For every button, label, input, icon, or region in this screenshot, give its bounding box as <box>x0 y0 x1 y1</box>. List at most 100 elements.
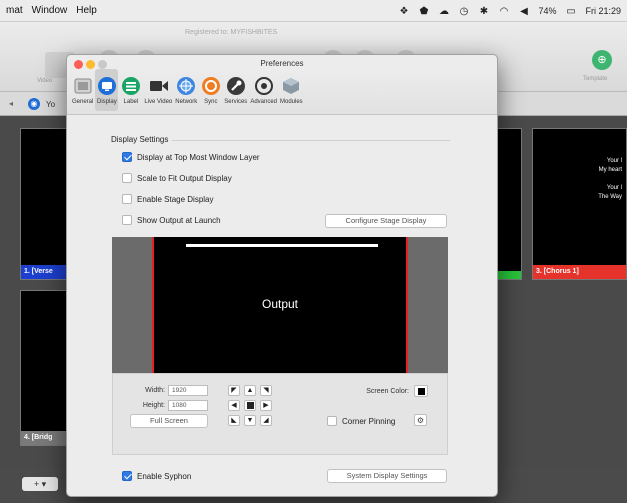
output-bar <box>186 244 378 247</box>
output-screen[interactable]: Output <box>152 237 408 373</box>
status-tray: ❖ ⬟ ☁ ◷ ✱ ◠ ◀ 74% ▭ Fri 21:29 <box>398 0 621 22</box>
nudge-up-icon[interactable]: ▲ <box>244 385 256 396</box>
option-label: Show Output at Launch <box>137 215 221 225</box>
lyric-line: The Way <box>598 194 622 200</box>
option-enable-syphon[interactable]: Enable Syphon <box>122 471 191 481</box>
menu-window[interactable]: Window <box>32 5 68 16</box>
option-label: Enable Syphon <box>137 471 192 481</box>
tab-label: Display <box>97 99 117 105</box>
checkbox[interactable] <box>122 471 132 481</box>
system-display-settings-button[interactable]: System Display Settings <box>327 469 447 483</box>
add-button[interactable]: + ▾ <box>22 477 58 491</box>
preferences-window: Preferences General Display Label Live V… <box>66 54 498 497</box>
preferences-tabs: General Display Label Live Video Network <box>67 69 497 115</box>
option-enable-stage-display[interactable]: Enable Stage Display <box>122 194 214 204</box>
library-icon: ◉ <box>28 98 40 110</box>
nudge-right-icon[interactable]: ▶ <box>260 400 272 411</box>
height-field[interactable]: 1080 <box>168 400 208 411</box>
bluetooth-icon[interactable]: ✱ <box>478 6 489 17</box>
template-icon[interactable]: ⊕ <box>592 50 612 70</box>
checkbox[interactable] <box>122 215 132 225</box>
volume-icon[interactable]: ◀ <box>518 6 529 17</box>
time-machine-icon[interactable]: ◷ <box>458 6 469 17</box>
full-screen-button[interactable]: Full Screen <box>130 414 208 428</box>
label-icon <box>120 75 141 96</box>
location-icon[interactable]: ⬟ <box>418 6 429 17</box>
nudge-down-right-icon[interactable]: ◢ <box>260 415 272 426</box>
menu-format[interactable]: mat <box>6 5 23 16</box>
cloud-icon[interactable]: ☁ <box>438 6 449 17</box>
disclosure-icon[interactable]: ◂ <box>9 99 13 108</box>
option-label: Scale to Fit Output Display <box>137 173 232 183</box>
display-controls: Width: 1920 Height: 1080 Full Screen ◤ ▲… <box>112 373 448 455</box>
lyric-line: Your l <box>606 158 622 164</box>
option-scale-to-fit[interactable]: Scale to Fit Output Display <box>122 173 232 183</box>
display-icon <box>96 75 117 96</box>
tab-label: Advanced <box>250 99 277 105</box>
tab-services[interactable]: Services <box>223 69 248 111</box>
corner-pinning-label: Corner Pinning <box>342 416 396 426</box>
menu-help[interactable]: Help <box>76 5 97 16</box>
tab-advanced[interactable]: Advanced <box>249 69 278 111</box>
width-field[interactable]: 1920 <box>168 385 208 396</box>
checkbox[interactable] <box>327 416 337 426</box>
corner-pinning-option[interactable]: Corner Pinning <box>327 416 395 426</box>
window-title: Preferences <box>260 59 304 68</box>
center-icon[interactable] <box>244 400 256 411</box>
library-label: Yo <box>46 100 56 109</box>
tab-label: Modules <box>280 99 303 105</box>
tab-network[interactable]: Network <box>174 69 198 111</box>
screen-color-swatch[interactable] <box>414 385 428 397</box>
output-label: Output <box>261 297 299 311</box>
battery-icon[interactable]: ▭ <box>565 6 576 17</box>
advanced-icon <box>253 75 274 96</box>
slide-thumbnail[interactable]: Your l My heart Your l The Way 3. [Choru… <box>532 128 627 280</box>
configure-stage-display-button[interactable]: Configure Stage Display <box>325 214 447 228</box>
tab-sync[interactable]: Sync <box>199 69 222 111</box>
nudge-up-left-icon[interactable]: ◤ <box>228 385 240 396</box>
option-show-output-at-launch[interactable]: Show Output at Launch <box>122 215 221 225</box>
tab-label[interactable]: Label <box>119 69 142 111</box>
screen-color-label: Screen Color: <box>366 388 409 395</box>
tab-label: General <box>72 99 94 105</box>
battery-percent: 74% <box>538 6 557 16</box>
video-camera-icon <box>148 75 169 96</box>
checkbox[interactable] <box>122 152 132 162</box>
slide-lyrics: Your l My heart Your l The Way <box>598 157 622 202</box>
tab-live-video[interactable]: Live Video <box>143 69 173 111</box>
width-label: Width: <box>145 387 165 394</box>
video-toolbar-label: Video <box>37 78 53 84</box>
nudge-down-left-icon[interactable]: ◣ <box>228 415 240 426</box>
nudge-down-icon[interactable]: ▼ <box>244 415 256 426</box>
network-icon <box>176 75 197 96</box>
services-icon <box>225 75 246 96</box>
height-label: Height: <box>142 402 165 409</box>
tab-label: Label <box>123 99 139 105</box>
display-preview: Output <box>112 237 448 373</box>
option-top-most-layer[interactable]: Display at Top Most Window Layer <box>122 152 260 162</box>
sync-icon <box>200 75 221 96</box>
checkbox[interactable] <box>122 194 132 204</box>
tab-general[interactable]: General <box>71 69 94 111</box>
gear-icon[interactable]: ⚙ <box>414 414 427 426</box>
tab-label: Live Video <box>144 99 173 105</box>
dropbox-icon[interactable]: ❖ <box>398 6 409 17</box>
option-label: Display at Top Most Window Layer <box>137 152 260 162</box>
tab-modules[interactable]: Modules <box>279 69 304 111</box>
wifi-icon[interactable]: ◠ <box>498 6 509 17</box>
general-icon <box>72 75 93 96</box>
checkbox[interactable] <box>122 173 132 183</box>
option-label: Enable Stage Display <box>137 194 214 204</box>
slide-label: 3. [Chorus 1] <box>533 265 626 279</box>
menu-bar: mat Window Help ❖ ⬟ ☁ ◷ ✱ ◠ ◀ 74% ▭ Fri … <box>0 0 627 22</box>
section-title: Display Settings <box>111 135 169 144</box>
clock[interactable]: Fri 21:29 <box>585 6 621 16</box>
section-divider <box>172 140 450 141</box>
tab-display[interactable]: Display <box>95 69 119 111</box>
template-label: Template <box>583 76 608 82</box>
modules-icon <box>281 75 302 96</box>
nudge-left-icon[interactable]: ◀ <box>228 400 240 411</box>
registration-text: Registered to: MYFISHBITES <box>185 29 278 36</box>
nudge-up-right-icon[interactable]: ◥ <box>260 385 272 396</box>
lyric-line: My heart <box>598 167 622 173</box>
